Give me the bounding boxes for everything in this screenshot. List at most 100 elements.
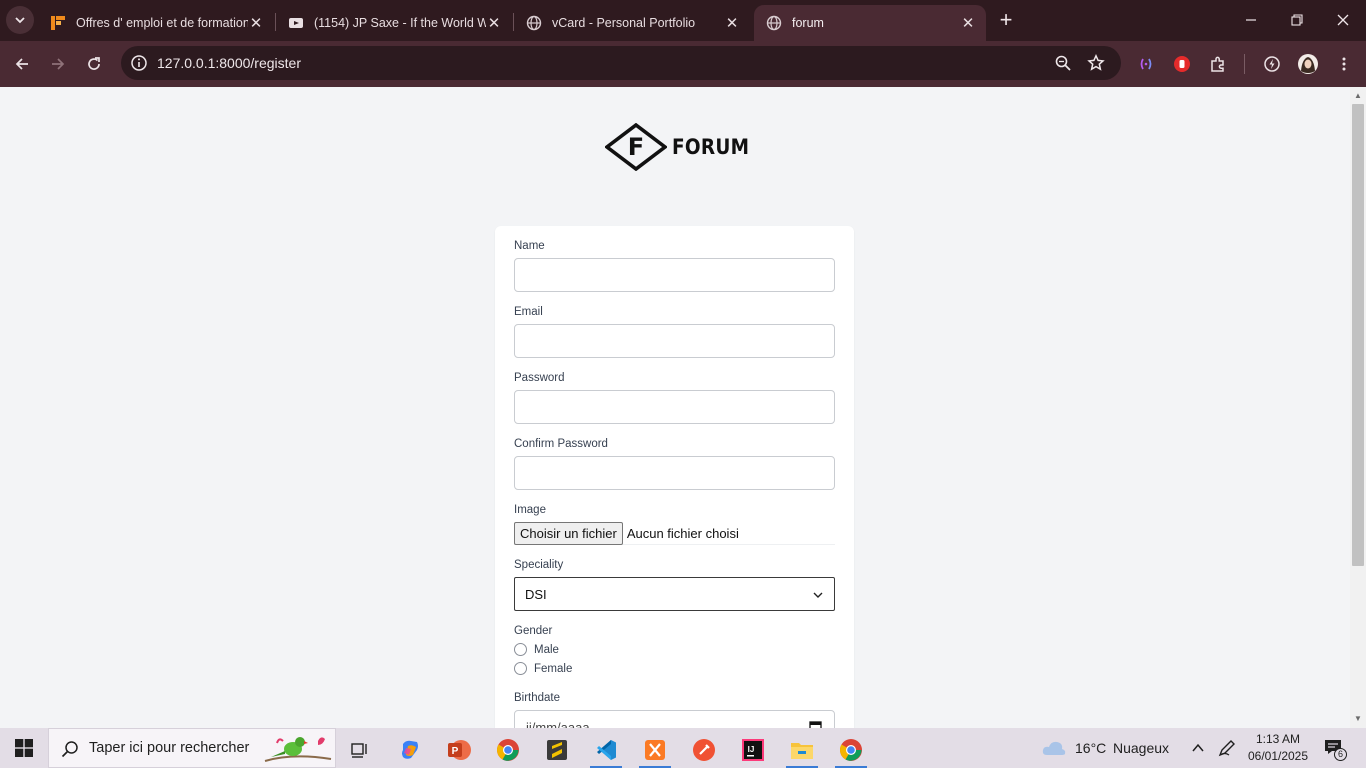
tab-forum[interactable]: forum ✕ xyxy=(754,5,986,41)
git-app[interactable] xyxy=(684,732,724,768)
password-input[interactable] xyxy=(514,390,835,424)
choose-file-button[interactable]: Choisir un fichier xyxy=(514,521,623,545)
scroll-down-arrow-icon[interactable]: ▼ xyxy=(1353,714,1363,724)
birthdate-input[interactable]: jj/mm/aaaa xyxy=(514,710,835,728)
close-icon[interactable]: ✕ xyxy=(486,15,502,32)
forward-button[interactable] xyxy=(43,49,73,79)
forum-logo[interactable]: F FORUM xyxy=(605,123,760,171)
confirm-password-label: Confirm Password xyxy=(514,438,608,450)
arrow-right-icon xyxy=(52,58,65,70)
file-explorer-app[interactable] xyxy=(782,732,822,768)
chrome-app-active[interactable] xyxy=(831,732,871,768)
new-tab-button[interactable]: + xyxy=(993,8,1019,34)
tab-youtube[interactable]: (1154) JP Saxe - If the World Wa ✕ xyxy=(276,5,512,41)
chrome-icon xyxy=(497,739,519,761)
calendar-icon[interactable] xyxy=(809,720,822,728)
menu-button[interactable] xyxy=(1329,49,1359,79)
start-button[interactable] xyxy=(0,728,48,768)
page-viewport: F FORUM Name Email Password Confirm Pass… xyxy=(0,87,1350,728)
sublime-app[interactable] xyxy=(537,732,577,768)
notification-center[interactable]: 6 xyxy=(1324,739,1347,761)
purple-extension-icon xyxy=(1140,58,1152,70)
git-icon xyxy=(693,739,715,761)
email-input[interactable] xyxy=(514,324,835,358)
intellij-app[interactable]: IJ xyxy=(733,732,773,768)
profile-avatar[interactable] xyxy=(1293,49,1323,79)
confirm-password-input[interactable] xyxy=(514,456,835,490)
system-clock[interactable]: 1:13 AM 06/01/2025 xyxy=(1240,731,1316,765)
email-label: Email xyxy=(514,306,543,318)
intellij-icon: IJ xyxy=(742,739,764,761)
extension-button[interactable] xyxy=(1131,49,1161,79)
tab-vcard[interactable]: vCard - Personal Portfolio ✕ xyxy=(514,5,750,41)
powerpoint-app[interactable]: P xyxy=(439,732,479,768)
vscode-icon xyxy=(597,740,616,760)
performance-button[interactable] xyxy=(1257,49,1287,79)
xampp-icon xyxy=(645,740,665,760)
bird-illustration-icon xyxy=(264,737,332,762)
scroll-up-arrow-icon[interactable]: ▲ xyxy=(1353,91,1363,101)
page-scrollbar[interactable]: ▲ ▼ xyxy=(1350,87,1366,728)
tab-search-button[interactable] xyxy=(6,6,34,34)
extension-button[interactable] xyxy=(1167,49,1197,79)
task-view-button[interactable] xyxy=(340,732,380,768)
powerpoint-icon: P xyxy=(448,740,471,760)
chrome-app[interactable] xyxy=(488,732,528,768)
close-icon xyxy=(1337,14,1349,26)
kebab-menu-icon xyxy=(1342,57,1346,71)
address-bar[interactable]: 127.0.0.1:8000/register xyxy=(121,46,1121,80)
taskbar-search[interactable]: Taper ici pour rechercher xyxy=(48,728,336,768)
copilot-app[interactable] xyxy=(390,732,430,768)
tab-strip: Offres d' emploi et de formation ✕ (1154… xyxy=(0,0,1366,41)
taskbar-search-placeholder: Taper ici pour rechercher xyxy=(89,740,250,756)
scrollbar-thumb[interactable] xyxy=(1352,104,1364,566)
close-window-button[interactable] xyxy=(1320,0,1366,40)
chevron-down-icon xyxy=(813,592,823,598)
extensions-button[interactable] xyxy=(1203,49,1233,79)
tab-title: forum xyxy=(792,16,824,30)
windows-logo-icon xyxy=(15,739,33,757)
weather-condition[interactable]: Nuageux xyxy=(1113,740,1169,756)
close-icon[interactable]: ✕ xyxy=(724,15,740,32)
cloud-weather-icon[interactable] xyxy=(1041,739,1067,757)
globe-icon xyxy=(526,15,542,31)
back-button[interactable] xyxy=(7,49,37,79)
chevron-down-icon xyxy=(15,17,25,24)
restore-button[interactable] xyxy=(1274,0,1320,40)
tab-offres[interactable]: Offres d' emploi et de formation ✕ xyxy=(38,5,274,41)
red-hand-icon xyxy=(1174,56,1190,72)
close-icon[interactable]: ✕ xyxy=(960,15,976,32)
name-label: Name xyxy=(514,240,545,252)
vscode-app[interactable] xyxy=(586,732,626,768)
file-explorer-icon xyxy=(791,743,813,759)
gender-label: Gender xyxy=(514,625,553,637)
minimize-button[interactable] xyxy=(1228,0,1274,40)
gender-option-male[interactable]: Male xyxy=(514,643,559,656)
tab-title: vCard - Personal Portfolio xyxy=(552,16,696,30)
svg-text:IJ: IJ xyxy=(748,745,755,754)
file-status: Aucun fichier choisi xyxy=(626,525,739,541)
gender-option-female[interactable]: Female xyxy=(514,662,572,675)
close-icon[interactable]: ✕ xyxy=(248,15,264,32)
male-radio[interactable] xyxy=(514,643,527,656)
orange-grid-icon xyxy=(50,15,66,31)
toolbar-separator xyxy=(1244,54,1245,74)
reload-button[interactable] xyxy=(79,49,109,79)
zoom-icon[interactable] xyxy=(1054,54,1072,72)
xampp-app[interactable] xyxy=(635,732,675,768)
weather-temp[interactable]: 16°C xyxy=(1075,740,1106,756)
bookmark-star-icon[interactable] xyxy=(1087,54,1105,72)
performance-icon xyxy=(1264,56,1280,72)
birthdate-label: Birthdate xyxy=(514,692,561,704)
url-text[interactable]: 127.0.0.1:8000/register xyxy=(157,55,301,71)
male-label: Male xyxy=(534,643,559,656)
pen-icon[interactable] xyxy=(1217,738,1237,758)
search-icon xyxy=(61,741,78,758)
image-file-input[interactable]: Choisir un fichier Aucun fichier choisi xyxy=(514,521,835,545)
name-input[interactable] xyxy=(514,258,835,292)
female-radio[interactable] xyxy=(514,662,527,675)
speciality-select[interactable]: DSI xyxy=(514,577,835,611)
site-info-icon[interactable] xyxy=(130,54,148,72)
chevron-up-icon[interactable] xyxy=(1191,742,1205,754)
svg-text:F: F xyxy=(628,133,644,161)
